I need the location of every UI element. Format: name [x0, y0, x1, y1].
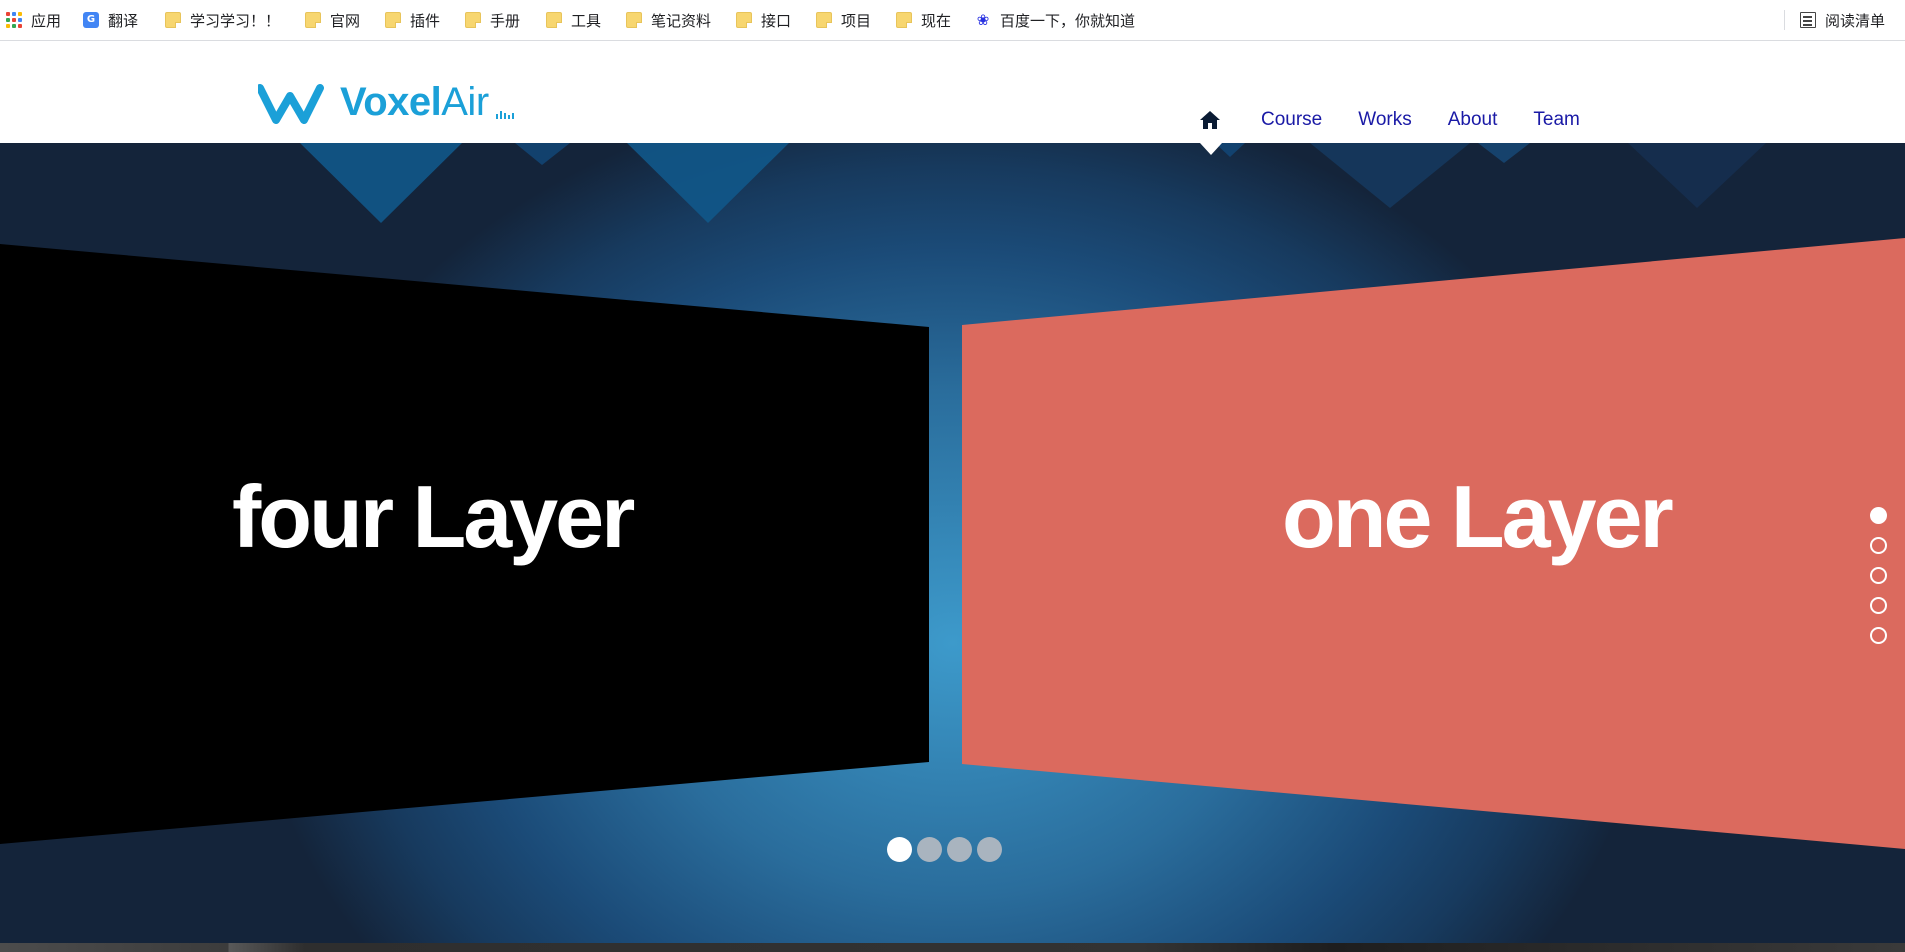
slider-dot-2[interactable] — [917, 837, 942, 862]
bookmark-folder-study[interactable]: 学习学习！！ — [165, 9, 280, 31]
folder-icon — [896, 12, 912, 28]
section-pagination — [1870, 507, 1887, 644]
bookmark-folder-tools[interactable]: 工具 — [546, 9, 601, 31]
bookmark-folder-api[interactable]: 接口 — [736, 9, 791, 31]
reading-list-icon — [1800, 12, 1816, 28]
folder-icon — [546, 12, 562, 28]
slide-right-title: one Layer — [1282, 467, 1674, 566]
folder-icon — [736, 12, 752, 28]
bookmark-label: 手册 — [490, 11, 521, 30]
section-dot-3[interactable] — [1870, 567, 1887, 584]
bookmark-label: 官网 — [330, 11, 361, 30]
bookmark-folder-plugins[interactable]: 插件 — [385, 9, 440, 31]
section-dot-5[interactable] — [1870, 627, 1887, 644]
bookmark-label: 插件 — [410, 11, 441, 30]
bookmark-label: 工具 — [571, 11, 602, 30]
section-dot-4[interactable] — [1870, 597, 1887, 614]
nav-link-about[interactable]: About — [1448, 109, 1498, 131]
translate-icon: G — [83, 12, 99, 28]
reading-list-button[interactable]: 阅读清单 — [1800, 9, 1885, 31]
section-dot-2[interactable] — [1870, 537, 1887, 554]
bookmark-apps[interactable]: 应用 — [6, 9, 61, 31]
bookmark-folder-manual[interactable]: 手册 — [465, 9, 520, 31]
bookmark-folder-notes[interactable]: 笔记资料 — [626, 9, 711, 31]
folder-icon — [305, 12, 321, 28]
bookmark-label: 翻译 — [108, 11, 139, 30]
slide-left-title: four Layer — [232, 467, 635, 566]
bookmark-label: 笔记资料 — [651, 11, 712, 30]
bookmarks-bar: 应用 G 翻译 学习学习！！ 官网 插件 手册 工具 笔记资料 接口 项目 现在 — [0, 0, 1905, 41]
logo-bars-icon — [495, 111, 514, 119]
baidu-icon: ❀ — [976, 11, 990, 29]
slider-dot-1[interactable] — [887, 837, 912, 862]
folder-icon — [385, 12, 401, 28]
bookmark-folder-official[interactable]: 官网 — [305, 9, 360, 31]
bookmark-label: 接口 — [761, 11, 792, 30]
bookmark-folder-now[interactable]: 现在 — [896, 9, 951, 31]
bookmark-label: 项目 — [841, 11, 872, 30]
logo-text: VoxelAir — [340, 80, 489, 124]
active-nav-indicator — [1200, 143, 1222, 155]
bookmarks-separator — [1784, 10, 1785, 30]
apps-icon — [6, 12, 22, 28]
section-dot-1[interactable] — [1870, 507, 1887, 524]
bookmark-folder-projects[interactable]: 项目 — [816, 9, 871, 31]
folder-icon — [165, 12, 181, 28]
slider-dot-4[interactable] — [977, 837, 1002, 862]
nav-link-course[interactable]: Course — [1261, 109, 1322, 131]
folder-icon — [816, 12, 832, 28]
bookmark-label: 学习学习！！ — [190, 11, 281, 30]
folder-icon — [465, 12, 481, 28]
hero-slider: four Layer one Layer — [0, 143, 1905, 943]
nav-link-team[interactable]: Team — [1533, 109, 1579, 131]
reading-list-label: 阅读清单 — [1825, 11, 1886, 30]
home-icon — [1200, 111, 1220, 129]
slider-dot-3[interactable] — [947, 837, 972, 862]
bookmark-baidu[interactable]: ❀ 百度一下，你就知道 — [975, 9, 1135, 31]
folder-icon — [626, 12, 642, 28]
main-nav: Course Works About Team — [1195, 105, 1580, 135]
site-header: VoxelAir Course Works About Team — [0, 41, 1905, 143]
bookmark-translate[interactable]: G 翻译 — [83, 9, 138, 31]
bookmark-label: 百度一下，你就知道 — [1000, 11, 1136, 30]
nav-link-works[interactable]: Works — [1358, 109, 1411, 131]
bookmark-label: 应用 — [31, 11, 62, 30]
slider-pagination — [887, 837, 1002, 862]
voxelair-logo[interactable]: VoxelAir — [258, 78, 514, 124]
logo-wave-icon — [258, 84, 324, 124]
next-section-peek — [0, 943, 1905, 952]
home-nav-link[interactable] — [1195, 105, 1225, 135]
bookmark-label: 现在 — [921, 11, 952, 30]
